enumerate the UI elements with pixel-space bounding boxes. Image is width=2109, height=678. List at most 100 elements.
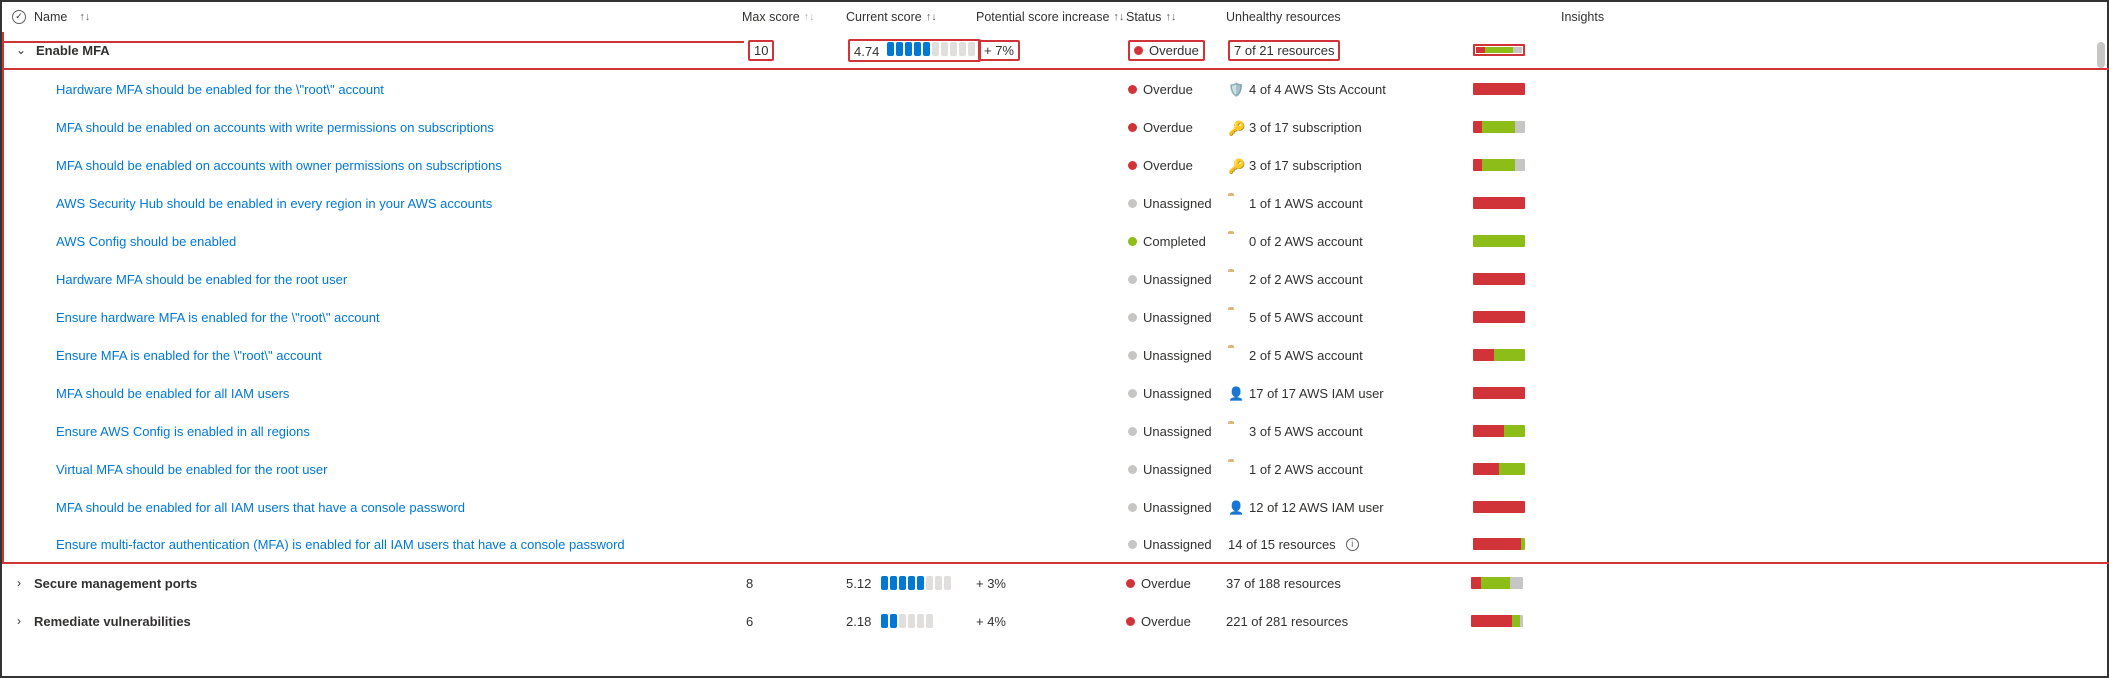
recommendation-row[interactable]: Ensure AWS Config is enabled in all regi…	[2, 412, 2109, 450]
resource-health-bar	[1473, 44, 1525, 56]
recommendation-row[interactable]: Hardware MFA should be enabled for the r…	[2, 260, 2109, 298]
current-score-cell: 4.74	[844, 39, 974, 62]
score-pill	[881, 576, 888, 590]
recommendation-link[interactable]: Virtual MFA should be enabled for the ro…	[56, 462, 327, 477]
status-cell: Unassigned	[1124, 500, 1224, 515]
recommendations-table: ✓ Name ↑↓ Max score ↑↓ Current score ↑↓ …	[2, 2, 2109, 640]
potential-cell: + 3%	[972, 576, 1122, 591]
potential-cell: + 7%	[974, 40, 1124, 61]
bar-segment-red	[1476, 47, 1485, 53]
recommendation-link[interactable]: MFA should be enabled for all IAM users …	[56, 500, 465, 515]
sort-icon[interactable]: ↑↓	[926, 11, 937, 23]
select-all-checkbox[interactable]: ✓	[12, 10, 26, 24]
recommendation-row[interactable]: MFA should be enabled on accounts with w…	[2, 108, 2109, 146]
recommendation-link[interactable]: Hardware MFA should be enabled for the \…	[56, 82, 384, 97]
col-header-potential[interactable]: Potential score increase ↑↓	[972, 10, 1122, 24]
resource-health-bar	[1473, 501, 1525, 513]
current-score-cell: 2.18	[842, 614, 972, 629]
bar-cell	[1469, 463, 1529, 475]
resources-cell: 2 of 5 AWS account	[1224, 348, 1469, 363]
recommendation-row[interactable]: Hardware MFA should be enabled for the \…	[2, 70, 2109, 108]
recommendation-row[interactable]: Ensure multi-factor authentication (MFA)…	[2, 526, 2109, 564]
sort-icon[interactable]: ↑↓	[1165, 11, 1176, 23]
score-pill	[899, 614, 906, 628]
header-potential-text: Potential score increase	[976, 10, 1109, 24]
status-cell: Overdue	[1124, 40, 1224, 61]
col-header-unhealthy[interactable]: Unhealthy resources	[1222, 10, 1467, 24]
recommendation-link[interactable]: Ensure AWS Config is enabled in all regi…	[56, 424, 310, 439]
recommendation-row[interactable]: AWS Config should be enabled Completed 0…	[2, 222, 2109, 260]
recommendation-link[interactable]: Ensure multi-factor authentication (MFA)…	[56, 537, 625, 552]
bar-segment-red	[1473, 387, 1525, 399]
bar-segment-red	[1473, 159, 1482, 171]
status-dot-icon	[1126, 579, 1135, 588]
recommendation-row[interactable]: MFA should be enabled for all IAM users …	[2, 374, 2109, 412]
recommendation-link[interactable]: MFA should be enabled on accounts with w…	[56, 120, 494, 135]
recommendation-link[interactable]: AWS Security Hub should be enabled in ev…	[56, 196, 492, 211]
recommendation-row[interactable]: Ensure hardware MFA is enabled for the \…	[2, 298, 2109, 336]
bar-segment-grey	[1515, 159, 1525, 171]
resource-health-bar	[1473, 387, 1525, 399]
sort-icon[interactable]: ↑↓	[79, 11, 90, 23]
potential-cell: + 4%	[972, 614, 1122, 629]
bar-segment-red	[1473, 83, 1525, 95]
key-icon: 🔑	[1228, 120, 1243, 135]
folder-icon	[1228, 310, 1243, 325]
folder-icon	[1228, 272, 1243, 287]
col-header-insights[interactable]: Insights	[1557, 10, 1577, 24]
bar-segment-red	[1473, 538, 1521, 550]
recommendation-link[interactable]: Ensure hardware MFA is enabled for the \…	[56, 310, 380, 325]
scrollbar-thumb[interactable]	[2097, 42, 2105, 68]
col-header-currentscore[interactable]: Current score ↑↓	[842, 10, 972, 24]
status-dot-icon	[1128, 313, 1137, 322]
chevron-right-icon[interactable]: ›	[12, 576, 26, 590]
recommendation-row[interactable]: Ensure MFA is enabled for the \"root\" a…	[2, 336, 2109, 374]
chevron-down-icon[interactable]: ⌄	[14, 43, 28, 57]
chevron-right-icon[interactable]: ›	[12, 614, 26, 628]
header-currentscore-text: Current score	[846, 10, 922, 24]
col-header-status[interactable]: Status ↑↓	[1122, 10, 1222, 24]
recommendation-row[interactable]: AWS Security Hub should be enabled in ev…	[2, 184, 2109, 222]
recommendation-link[interactable]: AWS Config should be enabled	[56, 234, 236, 249]
col-header-name[interactable]: ✓ Name ↑↓	[2, 10, 742, 24]
status-dot-icon	[1128, 161, 1137, 170]
recommendation-link[interactable]: Hardware MFA should be enabled for the r…	[56, 272, 347, 287]
status-cell: Overdue	[1122, 614, 1222, 629]
resources-cell: 221 of 281 resources	[1222, 614, 1467, 629]
status-dot-icon	[1128, 199, 1137, 208]
bar-segment-red	[1471, 615, 1512, 627]
recommendation-row[interactable]: MFA should be enabled for all IAM users …	[2, 488, 2109, 526]
resources-cell: 🔑 3 of 17 subscription	[1224, 120, 1469, 135]
header-insights-text: Insights	[1561, 10, 1604, 24]
status-dot-icon	[1126, 617, 1135, 626]
group-row[interactable]: › Secure management ports 8 5.12 + 3% Ov…	[2, 564, 2109, 602]
bar-cell	[1467, 615, 1527, 627]
recommendation-link[interactable]: MFA should be enabled for all IAM users	[56, 386, 289, 401]
resource-health-bar	[1473, 311, 1525, 323]
col-header-maxscore[interactable]: Max score ↑↓	[742, 10, 842, 24]
bar-segment-red	[1473, 501, 1525, 513]
group-name: Enable MFA	[36, 43, 110, 58]
recommendation-row[interactable]: Virtual MFA should be enabled for the ro…	[2, 450, 2109, 488]
bar-segment-green	[1504, 425, 1525, 437]
bar-segment-green	[1521, 538, 1525, 550]
folder-icon	[1228, 462, 1243, 477]
status-cell: Completed	[1124, 234, 1224, 249]
resource-health-bar	[1473, 273, 1525, 285]
recommendation-row[interactable]: MFA should be enabled on accounts with o…	[2, 146, 2109, 184]
score-pills	[881, 614, 933, 628]
group-row[interactable]: › Remediate vulnerabilities 6 2.18 + 4% …	[2, 602, 2109, 640]
recommendation-link[interactable]: MFA should be enabled on accounts with o…	[56, 158, 502, 173]
score-pill	[923, 42, 930, 56]
group-row[interactable]: ⌄ Enable MFA 10 4.74 + 7% Overdue 7 of 2…	[2, 32, 2109, 70]
bar-segment-red	[1471, 577, 1481, 589]
bar-segment-green	[1473, 235, 1525, 247]
user-icon: 👤	[1228, 500, 1243, 515]
resources-cell: 0 of 2 AWS account	[1224, 234, 1469, 249]
bar-cell	[1469, 121, 1529, 133]
bar-cell	[1469, 538, 1529, 550]
info-icon[interactable]: i	[1346, 538, 1359, 551]
recommendation-link[interactable]: Ensure MFA is enabled for the \"root\" a…	[56, 348, 322, 363]
score-pill	[959, 42, 966, 56]
sort-icon[interactable]: ↑↓	[804, 11, 815, 23]
